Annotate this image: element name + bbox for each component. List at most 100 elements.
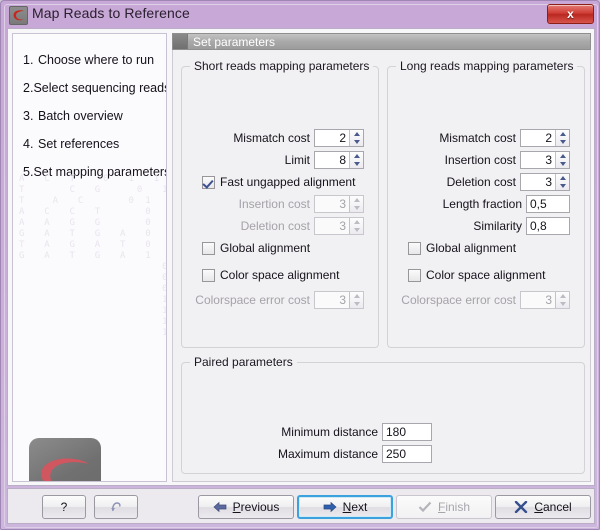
field-label: Insertion cost: [238, 197, 310, 211]
spinner-buttons: [349, 218, 363, 234]
sidebar-step-1[interactable]: 1. Choose where to run: [13, 46, 166, 74]
spinner-up-icon[interactable]: [556, 174, 569, 182]
long-similarity-input[interactable]: 0,8: [526, 217, 570, 235]
long-deletion-cost-spinner[interactable]: 3: [520, 173, 570, 191]
previous-rest: revious: [240, 500, 280, 514]
close-icon: x: [567, 7, 574, 21]
spinner-up-icon: [350, 292, 363, 300]
short-mismatch-cost-spinner[interactable]: 2: [314, 129, 364, 147]
spinner-value: 3: [545, 293, 552, 307]
cancel-button[interactable]: Cancel: [495, 495, 591, 519]
cancel-mnemonic: C: [534, 500, 543, 514]
previous-label: Previous: [233, 500, 280, 514]
step-number: 4.: [23, 137, 34, 151]
short-reads-group-label: Short reads mapping parameters: [190, 59, 374, 73]
field-label: Length fraction: [442, 197, 522, 211]
spinner-buttons: [555, 292, 569, 308]
spinner-buttons[interactable]: [349, 152, 363, 168]
field-label: Limit: [284, 153, 310, 167]
finish-rest: inish: [445, 500, 471, 514]
field-long-deletion-cost: Deletion cost 3: [388, 173, 570, 191]
spinner-down-icon: [350, 226, 363, 234]
field-label: Insertion cost: [444, 153, 516, 167]
spinner-down-icon: [350, 300, 363, 308]
cancel-rest: ancel: [542, 500, 572, 514]
long-insertion-cost-spinner[interactable]: 3: [520, 151, 570, 169]
field-label: Mismatch cost: [439, 131, 516, 145]
spinner-up-icon: [350, 196, 363, 204]
previous-button[interactable]: Previous: [198, 495, 294, 519]
previous-mnemonic: P: [232, 500, 241, 514]
short-limit-spinner[interactable]: 8: [314, 151, 364, 169]
checkbox-short-color-space-alignment[interactable]: Color space alignment: [202, 266, 339, 284]
field-short-colorspace-error-cost: Colorspace error cost 3: [182, 291, 364, 309]
spinner-down-icon: [350, 204, 363, 212]
spinner-value: 3: [339, 219, 346, 233]
checkbox-short-global-alignment[interactable]: Global alignment: [202, 239, 310, 257]
long-reads-group: Long reads mapping parameters Mismatch c…: [387, 59, 585, 348]
checkbox-box-icon[interactable]: [408, 268, 421, 282]
maximum-distance-input[interactable]: 250: [382, 445, 432, 463]
spinner-down-icon[interactable]: [350, 160, 363, 168]
dialog-window: Map Reads to Reference x 1. Choose where …: [0, 0, 600, 530]
checkbox-long-color-space-alignment[interactable]: Color space alignment: [408, 266, 545, 284]
finish-label: Finish: [438, 500, 470, 514]
reset-button[interactable]: [94, 495, 138, 519]
field-short-limit: Limit 8: [182, 151, 364, 169]
field-short-insertion-cost: Insertion cost 3: [182, 195, 364, 213]
checkbox-box-icon[interactable]: [202, 241, 215, 255]
checkbox-long-global-alignment[interactable]: Global alignment: [408, 239, 516, 257]
field-short-deletion-cost: Deletion cost 3: [182, 217, 364, 235]
field-label: Maximum distance: [277, 447, 378, 461]
next-button[interactable]: Next: [297, 495, 393, 519]
checkbox-box-icon[interactable]: [202, 268, 215, 282]
clc-bio-logo: [29, 438, 101, 481]
dna-binary-watermark: A C T 0 1 1 T C G 0 1 T A C 0 1 0 A C C …: [19, 174, 166, 338]
undo-arrow-icon: [109, 500, 123, 514]
spinner-buttons[interactable]: [349, 130, 363, 146]
x-icon: [514, 500, 528, 514]
spinner-buttons[interactable]: [555, 174, 569, 190]
spinner-up-icon[interactable]: [556, 130, 569, 138]
step-number: 2.: [23, 81, 34, 95]
parameters-panel: Set parameters Short reads mapping param…: [172, 33, 591, 482]
clc-logo-icon: [9, 6, 28, 25]
checkbox-fast-ungapped-alignment[interactable]: Fast ungapped alignment: [202, 173, 355, 191]
checkbox-box-icon[interactable]: [408, 241, 421, 255]
long-mismatch-cost-spinner[interactable]: 2: [520, 129, 570, 147]
spinner-down-icon[interactable]: [556, 160, 569, 168]
long-reads-group-label: Long reads mapping parameters: [396, 59, 578, 73]
long-length-fraction-input[interactable]: 0,5: [526, 195, 570, 213]
short-colorspace-error-cost-spinner: 3: [314, 291, 364, 309]
close-button[interactable]: x: [547, 4, 594, 24]
checkbox-box-checked-icon[interactable]: [202, 175, 215, 189]
title-bar[interactable]: Map Reads to Reference x: [1, 1, 600, 28]
panel-title: Set parameters: [193, 35, 276, 49]
spinner-up-icon: [556, 292, 569, 300]
sidebar-step-4[interactable]: 4. Set references: [13, 130, 166, 158]
field-label: Similarity: [473, 219, 522, 233]
spinner-value: 8: [339, 153, 346, 167]
field-long-similarity: Similarity 0,8: [388, 217, 570, 235]
spinner-down-icon: [556, 300, 569, 308]
spinner-buttons[interactable]: [555, 130, 569, 146]
field-short-mismatch-cost: Mismatch cost 2: [182, 129, 364, 147]
spinner-up-icon[interactable]: [350, 130, 363, 138]
checkbox-label: Color space alignment: [426, 268, 546, 282]
spinner-down-icon[interactable]: [556, 182, 569, 190]
spinner-up-icon[interactable]: [350, 152, 363, 160]
sidebar-step-2[interactable]: 2. Select sequencing reads: [13, 74, 166, 102]
spinner-down-icon[interactable]: [556, 138, 569, 146]
sidebar-step-3[interactable]: 3. Batch overview: [13, 102, 166, 130]
spinner-up-icon[interactable]: [556, 152, 569, 160]
spinner-buttons[interactable]: [555, 152, 569, 168]
short-reads-group: Short reads mapping parameters Mismatch …: [181, 59, 379, 348]
step-number: 1.: [23, 53, 34, 67]
help-button[interactable]: ?: [42, 495, 86, 519]
finish-button: Finish: [396, 495, 492, 519]
spinner-value: 3: [545, 175, 552, 189]
spinner-down-icon[interactable]: [350, 138, 363, 146]
field-minimum-distance: Minimum distance 180: [182, 423, 432, 441]
help-label: ?: [60, 500, 68, 514]
minimum-distance-input[interactable]: 180: [382, 423, 432, 441]
